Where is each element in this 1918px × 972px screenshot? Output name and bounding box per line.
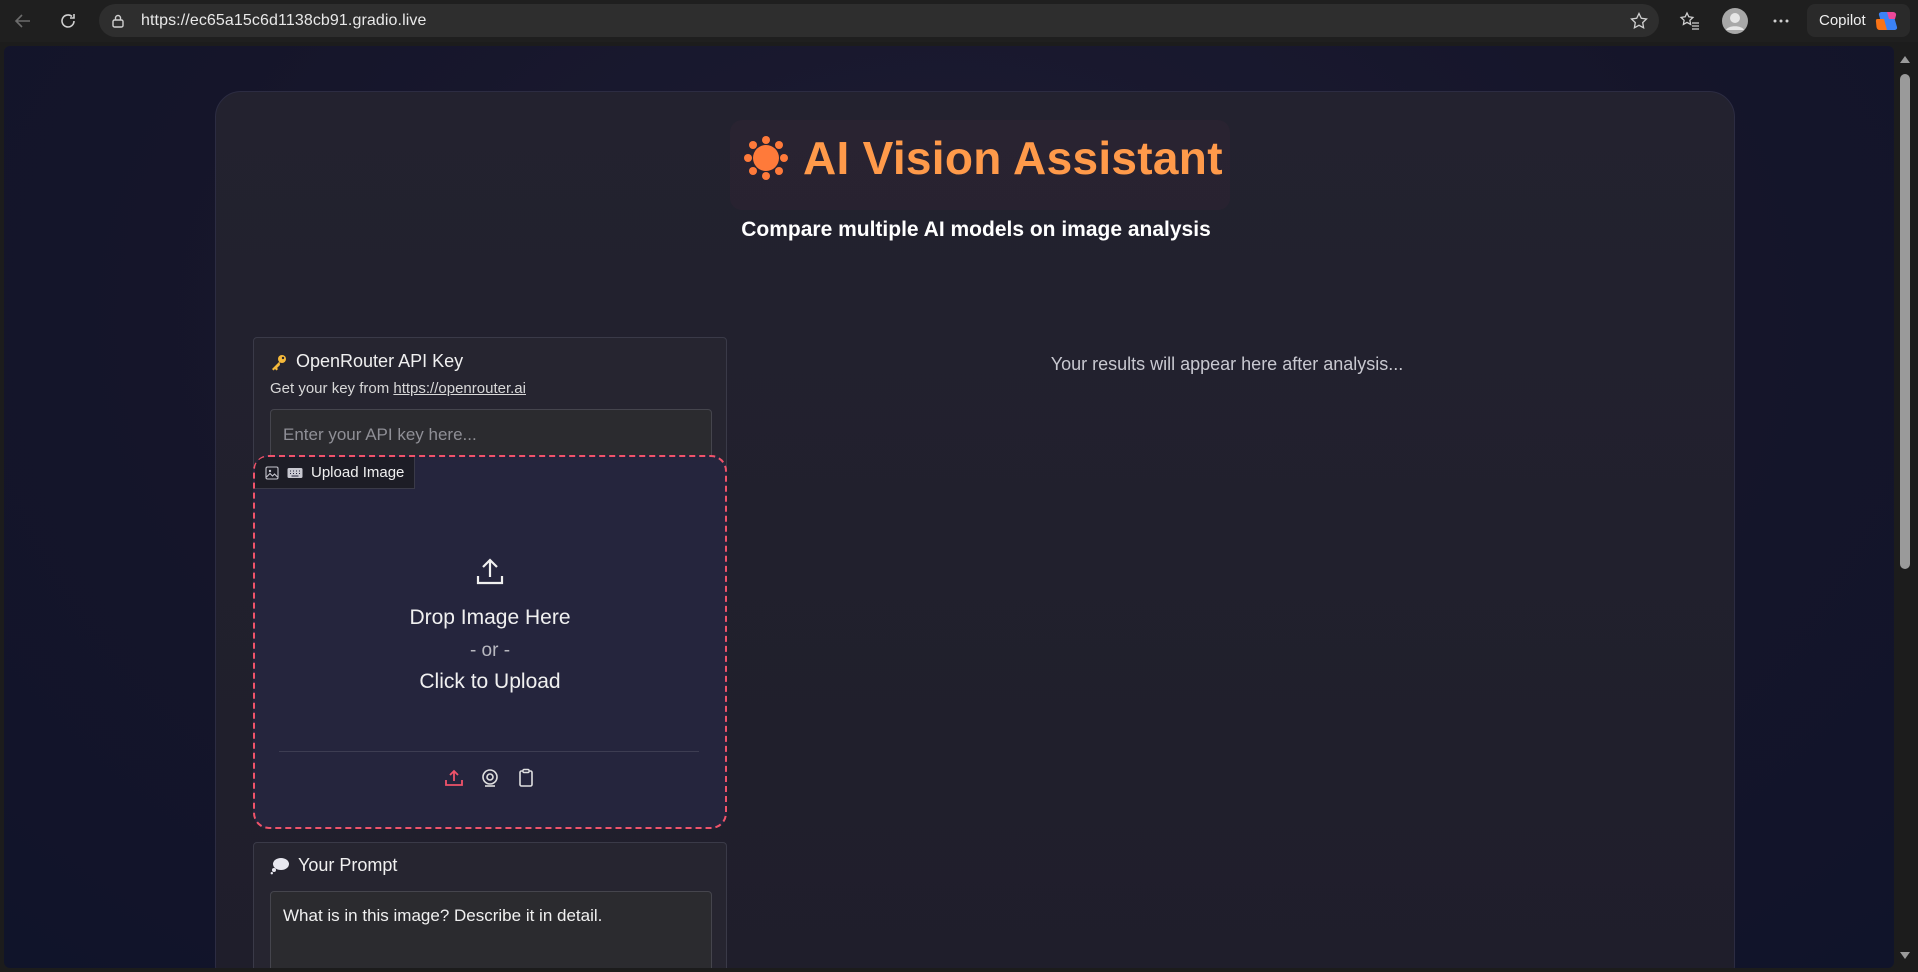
title-text: AI Vision Assistant [803, 132, 1223, 184]
image-upload-dropzone[interactable]: Upload Image Drop Image Here - or - Clic… [253, 455, 727, 829]
prompt-label: Your Prompt [298, 855, 398, 875]
starburst-icon [744, 136, 788, 180]
app-container: AI Vision Assistant Compare multiple AI … [215, 91, 1735, 968]
upload-source-toolbar [255, 767, 725, 789]
page-subtitle: Compare multiple AI models on image anal… [741, 218, 1211, 241]
profile-button[interactable] [1717, 3, 1753, 39]
back-arrow-icon [14, 14, 30, 28]
scrollbar-thumb[interactable] [1900, 74, 1910, 569]
favorites-list-icon [1679, 11, 1699, 30]
upload-divider [279, 751, 699, 752]
api-key-input[interactable] [270, 409, 712, 461]
favorites-button[interactable] [1672, 3, 1708, 39]
openrouter-link[interactable]: https://openrouter.ai [393, 380, 526, 397]
api-key-title: OpenRouter API Key [270, 351, 463, 372]
avatar-icon [1722, 8, 1748, 34]
upload-icon [445, 769, 463, 786]
upload-arrow-icon [476, 558, 504, 585]
upload-source-button[interactable] [443, 767, 465, 789]
scroll-down-arrow-icon[interactable] [1900, 952, 1910, 959]
prompt-panel: Your Prompt What is in this image? Descr… [253, 842, 727, 968]
copilot-button[interactable]: Copilot [1807, 4, 1910, 37]
webcam-icon [482, 769, 498, 787]
ellipsis-icon [1773, 19, 1789, 23]
site-info-icon[interactable] [109, 12, 127, 30]
address-bar[interactable]: https://ec65a15c6d1138cb91.gradio.live [99, 4, 1659, 37]
webcam-source-button[interactable] [479, 767, 501, 789]
page-title: AI Vision Assistant [743, 131, 1223, 185]
browser-toolbar: https://ec65a15c6d1138cb91.gradio.live C… [0, 0, 1918, 42]
clipboard-source-button[interactable] [515, 767, 537, 789]
prompt-textarea[interactable]: What is in this image? Describe it in de… [270, 891, 712, 968]
copilot-logo-icon [1875, 11, 1897, 30]
more-options-button[interactable] [1763, 3, 1799, 39]
url-text: https://ec65a15c6d1138cb91.gradio.live [141, 12, 427, 29]
page-scrollbar[interactable] [1896, 46, 1914, 968]
upload-prompt: Drop Image Here - or - Click to Upload [255, 557, 725, 694]
api-key-panel: OpenRouter API Key Get your key from htt… [253, 337, 727, 473]
click-to-upload-text: Click to Upload [419, 670, 561, 693]
key-icon [272, 354, 286, 370]
reload-button[interactable] [48, 1, 88, 41]
api-key-label: OpenRouter API Key [296, 351, 464, 371]
copilot-label: Copilot [1819, 12, 1866, 29]
api-key-help-text: Get your key from [270, 380, 390, 397]
back-button[interactable] [3, 1, 43, 41]
drop-image-text: Drop Image Here [409, 606, 571, 629]
thought-bubble-icon [270, 857, 289, 874]
upload-image-label: Upload Image [255, 457, 416, 489]
clipboard-icon [519, 768, 533, 787]
reload-icon [61, 14, 75, 28]
api-key-help: Get your key from https://openrouter.ai [270, 380, 526, 397]
page-viewport: AI Vision Assistant Compare multiple AI … [4, 46, 1894, 968]
or-text: - or - [469, 640, 511, 661]
keyboard-icon [287, 467, 303, 478]
results-placeholder: Your results will appear here after anal… [1050, 354, 1404, 374]
favorite-star-icon[interactable] [1629, 11, 1649, 31]
scroll-up-arrow-icon[interactable] [1900, 56, 1910, 63]
upload-label-text: Upload Image [311, 464, 405, 481]
prompt-title: Your Prompt [270, 855, 397, 876]
image-icon [265, 465, 279, 480]
